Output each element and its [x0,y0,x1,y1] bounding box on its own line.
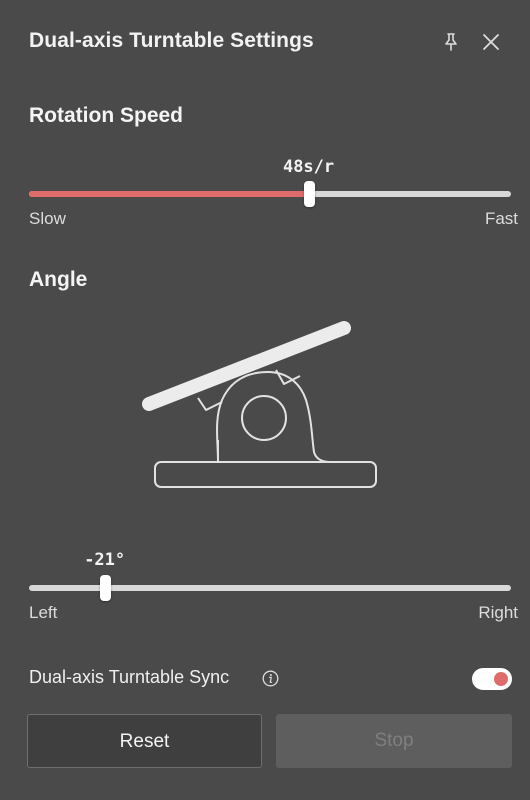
toggle-knob [494,672,508,686]
angle-value: -21° [84,550,126,570]
close-button[interactable] [480,31,502,53]
panel-title: Dual-axis Turntable Settings [29,29,314,52]
close-icon [483,34,499,50]
pin-button[interactable] [440,31,462,53]
info-icon [262,670,279,687]
angle-slider[interactable] [29,575,511,601]
slider-thumb[interactable] [99,575,111,601]
stop-button[interactable]: Stop [276,714,512,768]
reset-button[interactable]: Reset [27,714,262,768]
info-button[interactable] [262,670,279,687]
slider-thumb[interactable] [303,181,315,207]
turntable-settings-panel: Dual-axis Turntable Settings Rotation Sp… [0,0,530,800]
pin-icon [445,33,457,51]
slider-fill [29,191,309,197]
speed-max-label: Fast [484,209,518,228]
sync-label: Dual-axis Turntable Sync [29,667,230,687]
speed-min-label: Slow [29,209,66,228]
angle-max-label: Right [478,603,518,622]
rotation-speed-value: 48s/r [282,157,335,177]
rotation-speed-title: Rotation Speed [29,104,184,127]
angle-min-label: Left [29,603,58,622]
rotation-speed-slider[interactable] [29,181,511,207]
sync-toggle[interactable] [472,668,512,690]
turntable-tilt-icon [142,321,377,488]
angle-title: Angle [29,268,88,291]
